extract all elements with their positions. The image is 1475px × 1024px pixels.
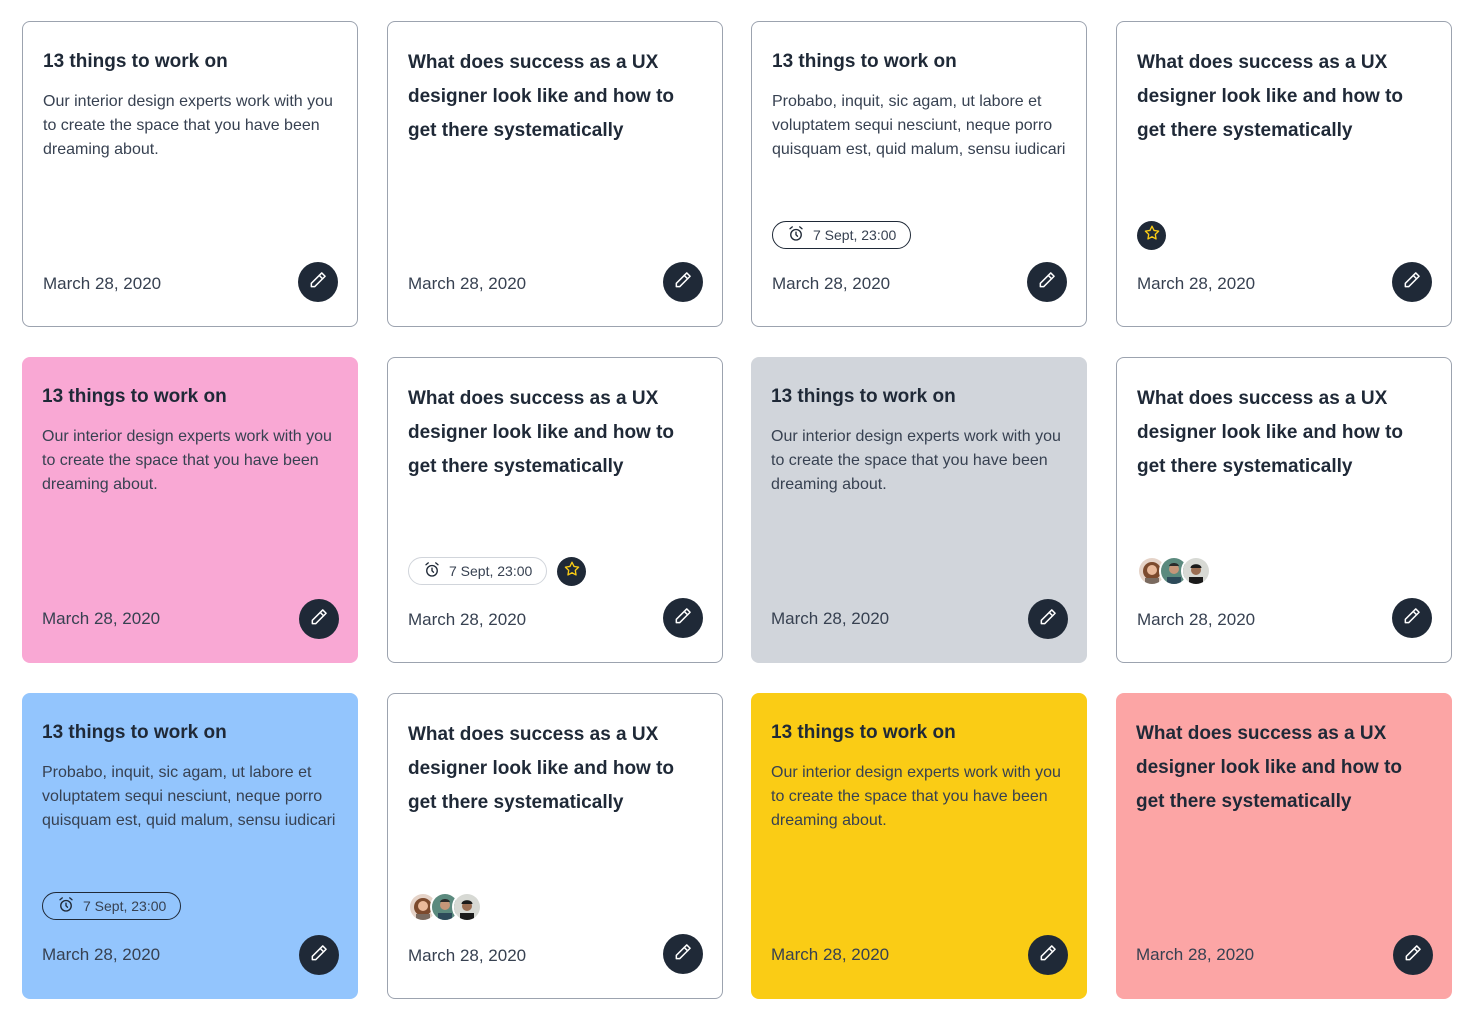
note-title: 13 things to work on [772,51,957,72]
note-title: 13 things to work on [43,51,228,72]
alarm-clock-icon [787,225,805,246]
note-title: 13 things to work on [42,386,227,407]
note-title: What does success as a UX designer look … [408,52,675,141]
reminder-time: 7 Sept, 23:00 [813,227,897,243]
note-card[interactable]: What does success as a UX designer look … [387,357,723,663]
favorite-button[interactable] [1137,220,1166,250]
note-date: March 28, 2020 [408,946,527,965]
pencil-icon [1402,270,1422,295]
collaborators[interactable] [408,892,482,922]
note-description: Probabo, inquit, sic agam, ut labore et … [42,764,336,829]
collaborators[interactable] [1137,556,1211,586]
note-card[interactable]: 13 things to work on Our interior design… [22,357,358,663]
alarm-clock-icon [423,561,441,582]
pencil-icon [673,270,693,295]
note-title: 13 things to work on [42,722,227,743]
pencil-icon [308,270,328,295]
note-date: March 28, 2020 [1137,610,1256,629]
avatar [452,892,482,922]
note-description: Our interior design experts work with yo… [42,428,332,493]
note-meta: 7 Sept, 23:00 [408,556,587,586]
edit-button[interactable] [1027,262,1067,302]
note-card[interactable]: 13 things to work on Probabo, inquit, si… [751,21,1087,327]
note-meta [1137,556,1211,586]
edit-button[interactable] [663,262,703,302]
note-meta: 7 Sept, 23:00 [42,891,182,921]
note-description: Our interior design experts work with yo… [43,93,333,158]
note-title: What does success as a UX designer look … [408,388,675,477]
alarm-clock-icon [57,896,75,917]
note-card[interactable]: What does success as a UX designer look … [1116,21,1452,327]
note-date: March 28, 2020 [42,945,161,964]
edit-button[interactable] [1393,935,1433,975]
pencil-icon [1037,270,1057,295]
note-title: 13 things to work on [771,386,956,407]
note-description: Probabo, inquit, sic agam, ut labore et … [772,93,1066,158]
edit-button[interactable] [298,262,338,302]
reminder-chip[interactable]: 7 Sept, 23:00 [772,221,912,249]
note-meta [1137,220,1166,250]
note-date: March 28, 2020 [1136,945,1255,964]
note-description: Our interior design experts work with yo… [771,764,1061,829]
note-meta: 7 Sept, 23:00 [772,220,912,250]
note-date: March 28, 2020 [771,609,890,628]
edit-button[interactable] [299,599,339,639]
edit-button[interactable] [663,598,703,638]
note-card[interactable]: 13 things to work on Our interior design… [22,21,358,327]
favorite-button[interactable] [557,556,587,586]
note-card[interactable]: 13 things to work on Probabo, inquit, si… [22,693,358,999]
pencil-icon [673,942,693,967]
note-date: March 28, 2020 [772,274,891,293]
note-card[interactable]: 13 things to work on Our interior design… [751,693,1087,999]
pencil-icon [1402,606,1422,631]
note-date: March 28, 2020 [42,609,161,628]
pencil-icon [673,606,693,631]
reminder-time: 7 Sept, 23:00 [449,563,533,579]
note-date: March 28, 2020 [1137,274,1256,293]
pencil-icon [309,943,329,968]
star-icon [563,560,581,583]
star-icon [1143,224,1161,247]
pencil-icon [1403,943,1423,968]
edit-button[interactable] [1392,598,1432,638]
note-meta [408,892,482,922]
note-title: What does success as a UX designer look … [1136,723,1403,812]
edit-button[interactable] [1028,599,1068,639]
reminder-chip[interactable]: 7 Sept, 23:00 [408,557,548,585]
reminder-time: 7 Sept, 23:00 [83,898,167,914]
note-date: March 28, 2020 [408,610,527,629]
edit-button[interactable] [663,934,703,974]
pencil-icon [309,607,329,632]
note-title: What does success as a UX designer look … [408,724,675,813]
pencil-icon [1038,607,1058,632]
note-card[interactable]: What does success as a UX designer look … [387,693,723,999]
note-title: 13 things to work on [771,722,956,743]
note-card[interactable]: What does success as a UX designer look … [1116,693,1452,999]
note-date: March 28, 2020 [43,274,162,293]
avatar [1181,556,1211,586]
reminder-chip[interactable]: 7 Sept, 23:00 [42,892,182,920]
note-card[interactable]: What does success as a UX designer look … [387,21,723,327]
pencil-icon [1038,943,1058,968]
note-title: What does success as a UX designer look … [1137,388,1404,477]
note-card[interactable]: 13 things to work on Our interior design… [751,357,1087,663]
edit-button[interactable] [299,935,339,975]
note-description: Our interior design experts work with yo… [771,428,1061,493]
edit-button[interactable] [1392,262,1432,302]
note-card[interactable]: What does success as a UX designer look … [1116,357,1452,663]
edit-button[interactable] [1028,935,1068,975]
note-date: March 28, 2020 [408,274,527,293]
note-title: What does success as a UX designer look … [1137,52,1404,141]
note-date: March 28, 2020 [771,945,890,964]
